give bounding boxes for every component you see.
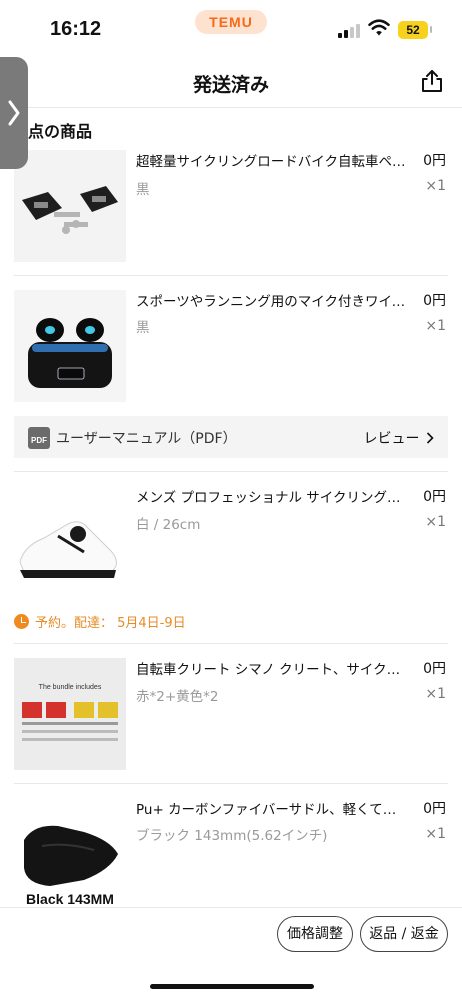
battery-indicator: 52 [398,21,428,39]
divider [14,275,448,276]
product-price: 0円 [423,153,446,169]
shoe-image [14,486,126,598]
signal-icon [338,24,360,38]
user-manual-link[interactable]: ユーザーマニュアル（PDF） [56,428,237,448]
product-variant: 黒 [136,320,150,336]
return-refund-button[interactable]: 返品 / 返金 [360,916,448,952]
product-image-shoes[interactable] [14,486,126,598]
product-variant: ブラック 143mm(5.62インチ) [136,828,328,844]
temu-app-badge[interactable]: TEMU [195,10,267,34]
product-name[interactable]: Pu+ カーボンファイバーサドル、軽くて快適 [136,798,408,818]
wifi-icon [368,19,390,36]
product-variant: 赤*2+黄色*2 [136,689,219,705]
product-image-cleats[interactable]: The bundle includes [14,658,126,770]
product-variant: 白 / 26cm [136,517,201,533]
nav-header: 発送済み [0,56,462,108]
divider [14,643,448,644]
status-bar: 16:12 TEMU 52 [0,0,462,56]
product-name[interactable]: 超軽量サイクリングロードバイク自転車ペダル [136,150,408,170]
product-name[interactable]: スポーツやランニング用のマイク付きワイヤレスイヤホン [136,290,408,310]
cleat-bundle-caption: The bundle includes [38,684,102,691]
product-image-pedals[interactable] [14,150,126,262]
divider [14,471,448,472]
chevron-right-icon [426,432,434,444]
battery-tip [430,26,432,33]
clock-check-icon [14,614,29,629]
product-quantity: ×1 [425,318,446,334]
product-quantity: ×1 [425,686,446,702]
status-time: 16:12 [50,18,102,40]
review-label: レビュー [363,431,420,447]
share-icon[interactable] [419,68,445,94]
product-name[interactable]: メンズ プロフェッショナル サイクリングシューズ [136,486,408,506]
product-quantity: ×1 [425,178,446,194]
cleats-image [22,702,118,741]
product-price: 0円 [423,489,446,505]
earbuds-image [14,290,126,402]
chevron-right-icon [8,100,20,126]
product-quantity: ×1 [425,826,446,842]
review-link[interactable]: レビュー [364,428,434,448]
pdf-icon: PDF [28,427,50,449]
home-indicator [150,984,314,989]
page-title: 発送済み [192,74,269,96]
product-image-saddle[interactable]: Black 143MM [14,798,126,910]
product-price: 0円 [423,293,446,309]
product-price: 0円 [423,661,446,677]
user-manual-bar[interactable]: PDF ユーザーマニュアル（PDF） レビュー [14,416,448,458]
divider [14,783,448,784]
pedal-image [14,150,126,262]
product-name[interactable]: 自転車クリート シマノ クリート、サイクリング用 [136,658,408,678]
delivery-reservation: 予約。配達： 5月4日-9日 [14,612,186,631]
product-variant: 黒 [136,182,150,198]
product-price: 0円 [423,801,446,817]
price-adjust-button[interactable]: 価格調整 [277,916,353,952]
product-image-earbuds[interactable] [14,290,126,402]
section-title: 点の商品 [28,122,93,141]
side-expand-tab[interactable] [0,57,28,169]
product-quantity: ×1 [425,514,446,530]
bottom-action-bar: 価格調整 返品 / 返金 [0,907,462,999]
reservation-text: 予約。配達： 5月4日-9日 [35,616,186,631]
